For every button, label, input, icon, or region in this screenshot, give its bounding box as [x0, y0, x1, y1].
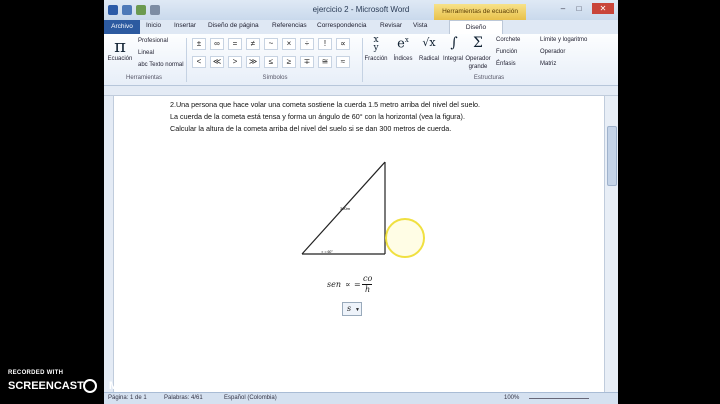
- kite-triangle-figure: 300m ∝ = 60°: [301, 161, 386, 255]
- linear-option[interactable]: Lineal: [138, 50, 154, 56]
- large-operator-button-line2[interactable]: grande: [462, 64, 494, 70]
- horizontal-ruler[interactable]: [104, 86, 618, 96]
- scrollbar-thumb[interactable]: [607, 126, 617, 186]
- title-bar: ejercicio 2 - Microsoft Word Herramienta…: [104, 0, 618, 20]
- problem-line-3: Calcular la altura de la cometa arriba d…: [170, 124, 452, 133]
- matrix-button[interactable]: Matriz: [540, 61, 556, 67]
- zoom-level[interactable]: 100%: [504, 395, 519, 401]
- group-herramientas-label: Herramientas: [125, 75, 162, 81]
- status-bar: Página: 1 de 1 Palabras: 4/61 Español (C…: [104, 392, 618, 404]
- vertical-scrollbar[interactable]: [604, 96, 618, 392]
- symbol-button[interactable]: ≫: [246, 56, 260, 68]
- symbol-button[interactable]: ∓: [300, 56, 314, 68]
- language-indicator[interactable]: Español (Colombia): [224, 395, 277, 401]
- large-operator-button[interactable]: Operador: [462, 56, 494, 62]
- symbol-button[interactable]: <: [192, 56, 206, 68]
- equation-button[interactable]: Ecuación: [104, 56, 136, 62]
- symbol-button[interactable]: !: [318, 38, 332, 50]
- operator-button[interactable]: Operador: [540, 49, 565, 55]
- indices-button[interactable]: Índices: [390, 56, 416, 62]
- symbol-button[interactable]: ≠: [246, 38, 260, 50]
- symbol-button[interactable]: >: [228, 56, 242, 68]
- eq-equals: =: [354, 280, 361, 289]
- tab-vista[interactable]: Vista: [413, 22, 427, 29]
- eq-numerator: co: [363, 274, 373, 283]
- symbol-button[interactable]: ÷: [300, 38, 314, 50]
- symbol-button[interactable]: ~: [264, 38, 278, 50]
- script-icon[interactable]: ex: [392, 36, 414, 51]
- tab-diseno[interactable]: Diseño: [449, 20, 503, 34]
- symbol-button[interactable]: ≤: [264, 56, 278, 68]
- eq-denominator: h: [365, 285, 371, 294]
- eq-input-text: s: [347, 304, 352, 313]
- maximize-button[interactable]: □: [572, 3, 586, 14]
- page-count[interactable]: Página: 1 de 1: [108, 395, 147, 401]
- record-icon: [83, 379, 97, 393]
- normal-text-option[interactable]: abc Texto normal: [138, 62, 184, 68]
- tab-inicio[interactable]: Inicio: [146, 22, 161, 29]
- word-count[interactable]: Palabras: 4/61: [164, 395, 203, 401]
- radical-icon[interactable]: √x: [418, 36, 440, 49]
- tab-correspondencia[interactable]: Correspondencia: [317, 22, 367, 29]
- function-button[interactable]: Función: [496, 49, 517, 55]
- watermark-small: RECORDED WITH: [8, 370, 64, 376]
- symbol-button[interactable]: ≈: [336, 56, 350, 68]
- tab-referencias[interactable]: Referencias: [272, 22, 307, 29]
- symbol-button[interactable]: =: [228, 38, 242, 50]
- symbol-button[interactable]: ∞: [210, 38, 224, 50]
- problem-line-1: 2.Una persona que hace volar una cometa …: [170, 100, 481, 109]
- vertical-ruler[interactable]: [104, 96, 114, 392]
- fraction-button[interactable]: Fracción: [359, 56, 393, 62]
- window-title: ejercicio 2 - Microsoft Word: [312, 5, 410, 14]
- ribbon-tabs: Archivo Inicio Insertar Diseño de página…: [104, 20, 618, 34]
- tab-revisar[interactable]: Revisar: [380, 22, 402, 29]
- equation-tools-context: Herramientas de ecuación: [434, 4, 526, 20]
- symbol-button[interactable]: ∝: [336, 38, 350, 50]
- professional-option[interactable]: Profesional: [138, 38, 168, 44]
- ribbon: π Ecuación Profesional Lineal abc Texto …: [104, 34, 618, 86]
- symbol-button[interactable]: ≅: [318, 56, 332, 68]
- equation-input-box[interactable]: s ▼: [342, 302, 362, 316]
- group-estructuras-label: Estructuras: [473, 75, 505, 81]
- watermark-big: SCREENCAST MATIC: [8, 380, 143, 392]
- sine-equation: sen ∝ = co h: [327, 274, 407, 294]
- separator: [186, 38, 187, 82]
- fraction-icon[interactable]: xy: [366, 36, 386, 53]
- cursor-highlight: [385, 218, 425, 258]
- screencast-watermark: RECORDED WITH SCREENCAST MATIC: [8, 370, 143, 393]
- tab-insertar[interactable]: Insertar: [174, 22, 196, 29]
- angle-label: ∝ = 60°: [321, 250, 333, 254]
- document-page[interactable]: 2.Una persona que hace volar una cometa …: [114, 96, 604, 392]
- bracket-button[interactable]: Corchete: [496, 37, 520, 43]
- eq-alpha: ∝: [345, 280, 351, 289]
- eq-sen: sen: [327, 280, 341, 289]
- dropdown-arrow-icon[interactable]: ▼: [355, 307, 360, 313]
- tab-archivo[interactable]: Archivo: [104, 20, 140, 34]
- close-button[interactable]: ✕: [592, 3, 614, 14]
- watermark-brand-2: MATIC: [108, 380, 143, 392]
- symbol-button[interactable]: ±: [192, 38, 206, 50]
- accent-button[interactable]: Énfasis: [496, 61, 516, 67]
- limit-log-button[interactable]: Límite y logaritmo: [540, 37, 587, 43]
- symbol-button[interactable]: ≪: [210, 56, 224, 68]
- pi-equation-icon[interactable]: π: [110, 36, 130, 57]
- symbol-button[interactable]: ≥: [282, 56, 296, 68]
- tab-diseno-pagina[interactable]: Diseño de página: [208, 22, 259, 29]
- minimize-button[interactable]: –: [556, 3, 570, 14]
- word-window: ejercicio 2 - Microsoft Word Herramienta…: [104, 0, 618, 404]
- problem-line-2: La cuerda de la cometa está tensa y form…: [170, 112, 465, 121]
- large-operator-icon[interactable]: Σ: [468, 35, 488, 51]
- zoom-slider[interactable]: [529, 398, 589, 399]
- watermark-brand: SCREENCAST: [8, 380, 84, 392]
- symbol-button[interactable]: ×: [282, 38, 296, 50]
- group-simbolos-label: Símbolos: [262, 75, 288, 81]
- hypotenuse-label: 300m: [340, 206, 351, 211]
- integral-icon[interactable]: ∫: [444, 35, 464, 51]
